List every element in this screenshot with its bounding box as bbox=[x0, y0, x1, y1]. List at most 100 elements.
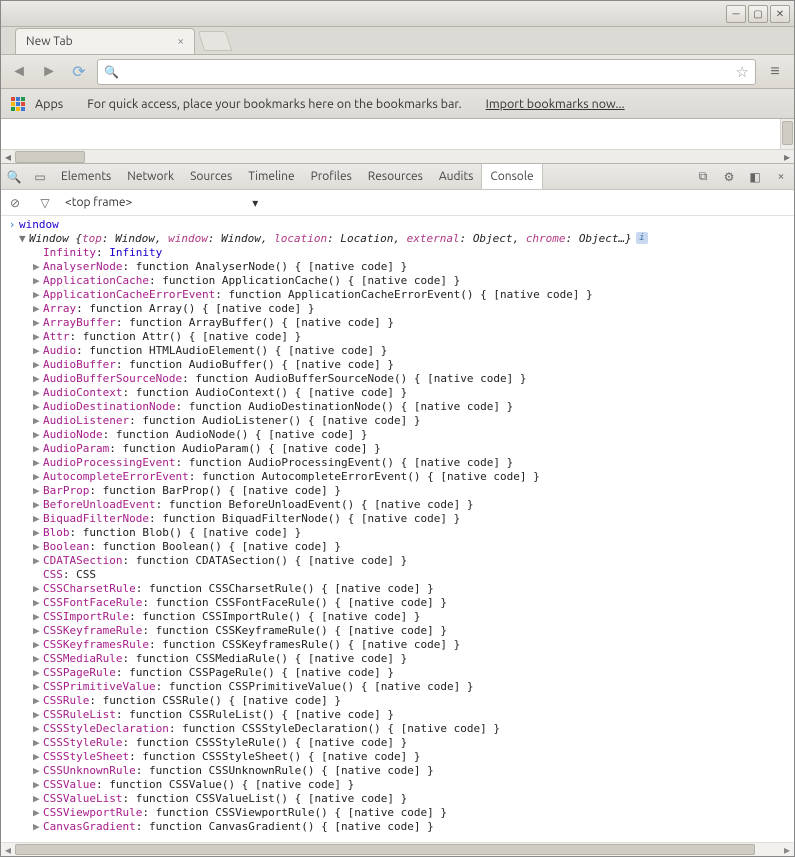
expand-toggle-icon[interactable]: ▶ bbox=[33, 708, 43, 722]
property-row[interactable]: ▶ CSSViewportRule: function CSSViewportR… bbox=[5, 806, 794, 820]
expand-toggle-icon[interactable]: ▶ bbox=[33, 722, 43, 736]
expand-toggle-icon[interactable]: ▶ bbox=[33, 274, 43, 288]
property-row[interactable]: CSS: CSS bbox=[5, 568, 794, 582]
expand-toggle-icon[interactable]: ▶ bbox=[33, 540, 43, 554]
expand-toggle-icon[interactable]: ▶ bbox=[33, 778, 43, 792]
property-row[interactable]: ▶ AudioParam: function AudioParam() { [n… bbox=[5, 442, 794, 456]
devtools-close-icon[interactable]: × bbox=[768, 170, 794, 183]
expand-toggle-icon[interactable]: ▶ bbox=[33, 484, 43, 498]
new-tab-button[interactable] bbox=[198, 31, 232, 51]
property-row[interactable]: ▶ Audio: function HTMLAudioElement() { [… bbox=[5, 344, 794, 358]
expand-toggle-icon[interactable]: ▶ bbox=[33, 386, 43, 400]
device-icon[interactable]: ▭ bbox=[27, 170, 53, 184]
property-row[interactable]: ▶ Array: function Array() { [native code… bbox=[5, 302, 794, 316]
maximize-button[interactable]: ▢ bbox=[748, 5, 768, 23]
property-row[interactable]: ▶ Boolean: function Boolean() { [native … bbox=[5, 540, 794, 554]
clear-console-icon[interactable]: ⊘ bbox=[5, 196, 25, 210]
expand-toggle-icon[interactable]: ▶ bbox=[33, 400, 43, 414]
property-row[interactable]: ▶ AnalyserNode: function AnalyserNode() … bbox=[5, 260, 794, 274]
execution-context-select[interactable]: <top frame> ▾ bbox=[65, 196, 258, 210]
info-badge-icon[interactable]: i bbox=[636, 232, 648, 244]
expand-toggle-icon[interactable]: ▶ bbox=[33, 456, 43, 470]
expand-toggle-icon[interactable]: ▶ bbox=[33, 694, 43, 708]
property-row[interactable]: ▶ AudioListener: function AudioListener(… bbox=[5, 414, 794, 428]
property-row[interactable]: ▶ BiquadFilterNode: function BiquadFilte… bbox=[5, 512, 794, 526]
expand-toggle-icon[interactable]: ▶ bbox=[33, 638, 43, 652]
import-bookmarks-link[interactable]: Import bookmarks now... bbox=[486, 97, 625, 111]
property-row[interactable]: ▶ CSSStyleSheet: function CSSStyleSheet(… bbox=[5, 750, 794, 764]
chrome-menu-button[interactable]: ≡ bbox=[762, 59, 788, 85]
back-button[interactable]: ◄ bbox=[7, 60, 31, 84]
expand-toggle-icon[interactable]: ▶ bbox=[33, 820, 43, 834]
property-row[interactable]: ▶ CSSStyleRule: function CSSStyleRule() … bbox=[5, 736, 794, 750]
expand-toggle-icon[interactable]: ▶ bbox=[33, 302, 43, 316]
expand-toggle-icon[interactable]: ▶ bbox=[33, 666, 43, 680]
expand-toggle-icon[interactable]: ▶ bbox=[33, 792, 43, 806]
reload-button[interactable]: ⟳ bbox=[67, 60, 91, 84]
forward-button[interactable]: ► bbox=[37, 60, 61, 84]
property-row[interactable]: ▶ CSSPrimitiveValue: function CSSPrimiti… bbox=[5, 680, 794, 694]
property-row[interactable]: ▶ CSSRuleList: function CSSRuleList() { … bbox=[5, 708, 794, 722]
expand-toggle-icon[interactable]: ▼ bbox=[19, 232, 29, 246]
property-row[interactable]: ▶ CSSCharsetRule: function CSSCharsetRul… bbox=[5, 582, 794, 596]
expand-toggle-icon[interactable]: ▶ bbox=[33, 470, 43, 484]
expand-toggle-icon[interactable]: ▶ bbox=[33, 316, 43, 330]
settings-gear-icon[interactable]: ⚙ bbox=[716, 170, 742, 184]
close-tab-icon[interactable]: × bbox=[177, 35, 184, 48]
expand-toggle-icon[interactable]: ▶ bbox=[33, 610, 43, 624]
devtools-tab-audits[interactable]: Audits bbox=[431, 164, 482, 189]
devtools-tab-network[interactable]: Network bbox=[119, 164, 182, 189]
filter-icon[interactable]: ▽ bbox=[35, 196, 55, 210]
devtools-tab-resources[interactable]: Resources bbox=[360, 164, 431, 189]
expand-toggle-icon[interactable]: ▶ bbox=[33, 764, 43, 778]
drawer-toggle-icon[interactable]: ⧉ bbox=[690, 170, 716, 184]
property-row[interactable]: ▶ BeforeUnloadEvent: function BeforeUnlo… bbox=[5, 498, 794, 512]
property-row[interactable]: ▶ AudioBufferSourceNode: function AudioB… bbox=[5, 372, 794, 386]
devtools-tab-elements[interactable]: Elements bbox=[53, 164, 119, 189]
devtools-tab-console[interactable]: Console bbox=[481, 164, 542, 189]
property-row[interactable]: ▶ ArrayBuffer: function ArrayBuffer() { … bbox=[5, 316, 794, 330]
property-row[interactable]: ▶ AudioProcessingEvent: function AudioPr… bbox=[5, 456, 794, 470]
result-object-header[interactable]: Window {top: Window, window: Window, loc… bbox=[29, 232, 632, 246]
expand-toggle-icon[interactable]: ▶ bbox=[33, 428, 43, 442]
expand-toggle-icon[interactable]: ▶ bbox=[33, 330, 43, 344]
expand-toggle-icon[interactable]: ▶ bbox=[33, 554, 43, 568]
apps-label[interactable]: Apps bbox=[35, 97, 63, 111]
property-row[interactable]: ▶ CSSUnknownRule: function CSSUnknownRul… bbox=[5, 764, 794, 778]
devtools-tab-profiles[interactable]: Profiles bbox=[303, 164, 360, 189]
expand-toggle-icon[interactable]: ▶ bbox=[33, 414, 43, 428]
property-row[interactable]: ▶ CSSImportRule: function CSSImportRule(… bbox=[5, 610, 794, 624]
property-row[interactable]: ▶ CSSStyleDeclaration: function CSSStyle… bbox=[5, 722, 794, 736]
expand-toggle-icon[interactable]: ▶ bbox=[33, 652, 43, 666]
property-row[interactable]: ▶ CSSRule: function CSSRule() { [native … bbox=[5, 694, 794, 708]
expand-toggle-icon[interactable]: ▶ bbox=[33, 288, 43, 302]
url-input[interactable] bbox=[125, 64, 730, 79]
expand-toggle-icon[interactable]: ▶ bbox=[33, 736, 43, 750]
expand-toggle-icon[interactable]: ▶ bbox=[33, 680, 43, 694]
expand-toggle-icon[interactable] bbox=[33, 568, 43, 582]
address-bar[interactable]: 🔍 ☆ bbox=[97, 59, 756, 85]
vertical-scrollbar[interactable] bbox=[780, 119, 794, 149]
bookmark-star-icon[interactable]: ☆ bbox=[736, 63, 749, 81]
apps-icon[interactable] bbox=[11, 97, 25, 111]
expand-toggle-icon[interactable]: ▶ bbox=[33, 442, 43, 456]
devtools-tab-sources[interactable]: Sources bbox=[182, 164, 240, 189]
expand-toggle-icon[interactable]: ▶ bbox=[33, 624, 43, 638]
property-row[interactable]: ▶ ApplicationCacheErrorEvent: function A… bbox=[5, 288, 794, 302]
expand-toggle-icon[interactable]: ▶ bbox=[33, 750, 43, 764]
property-row[interactable]: ▶ CSSFontFaceRule: function CSSFontFaceR… bbox=[5, 596, 794, 610]
property-name[interactable]: Infinity bbox=[43, 246, 96, 260]
property-row[interactable]: ▶ CDATASection: function CDATASection() … bbox=[5, 554, 794, 568]
property-row[interactable]: ▶ AudioContext: function AudioContext() … bbox=[5, 386, 794, 400]
property-row[interactable]: ▶ CSSKeyframeRule: function CSSKeyframeR… bbox=[5, 624, 794, 638]
expand-toggle-icon[interactable]: ▶ bbox=[33, 596, 43, 610]
property-row[interactable]: ▶ AudioDestinationNode: function AudioDe… bbox=[5, 400, 794, 414]
expand-toggle-icon[interactable]: ▶ bbox=[33, 582, 43, 596]
expand-toggle-icon[interactable]: ▶ bbox=[33, 358, 43, 372]
inspect-icon[interactable]: 🔍 bbox=[1, 170, 27, 184]
horizontal-scrollbar[interactable]: ◂▸ bbox=[1, 149, 794, 163]
property-row[interactable]: ▶ CSSValueList: function CSSValueList() … bbox=[5, 792, 794, 806]
property-row[interactable]: ▶ Blob: function Blob() { [native code] … bbox=[5, 526, 794, 540]
close-window-button[interactable]: ✕ bbox=[770, 5, 790, 23]
property-row[interactable]: ▶ CSSPageRule: function CSSPageRule() { … bbox=[5, 666, 794, 680]
